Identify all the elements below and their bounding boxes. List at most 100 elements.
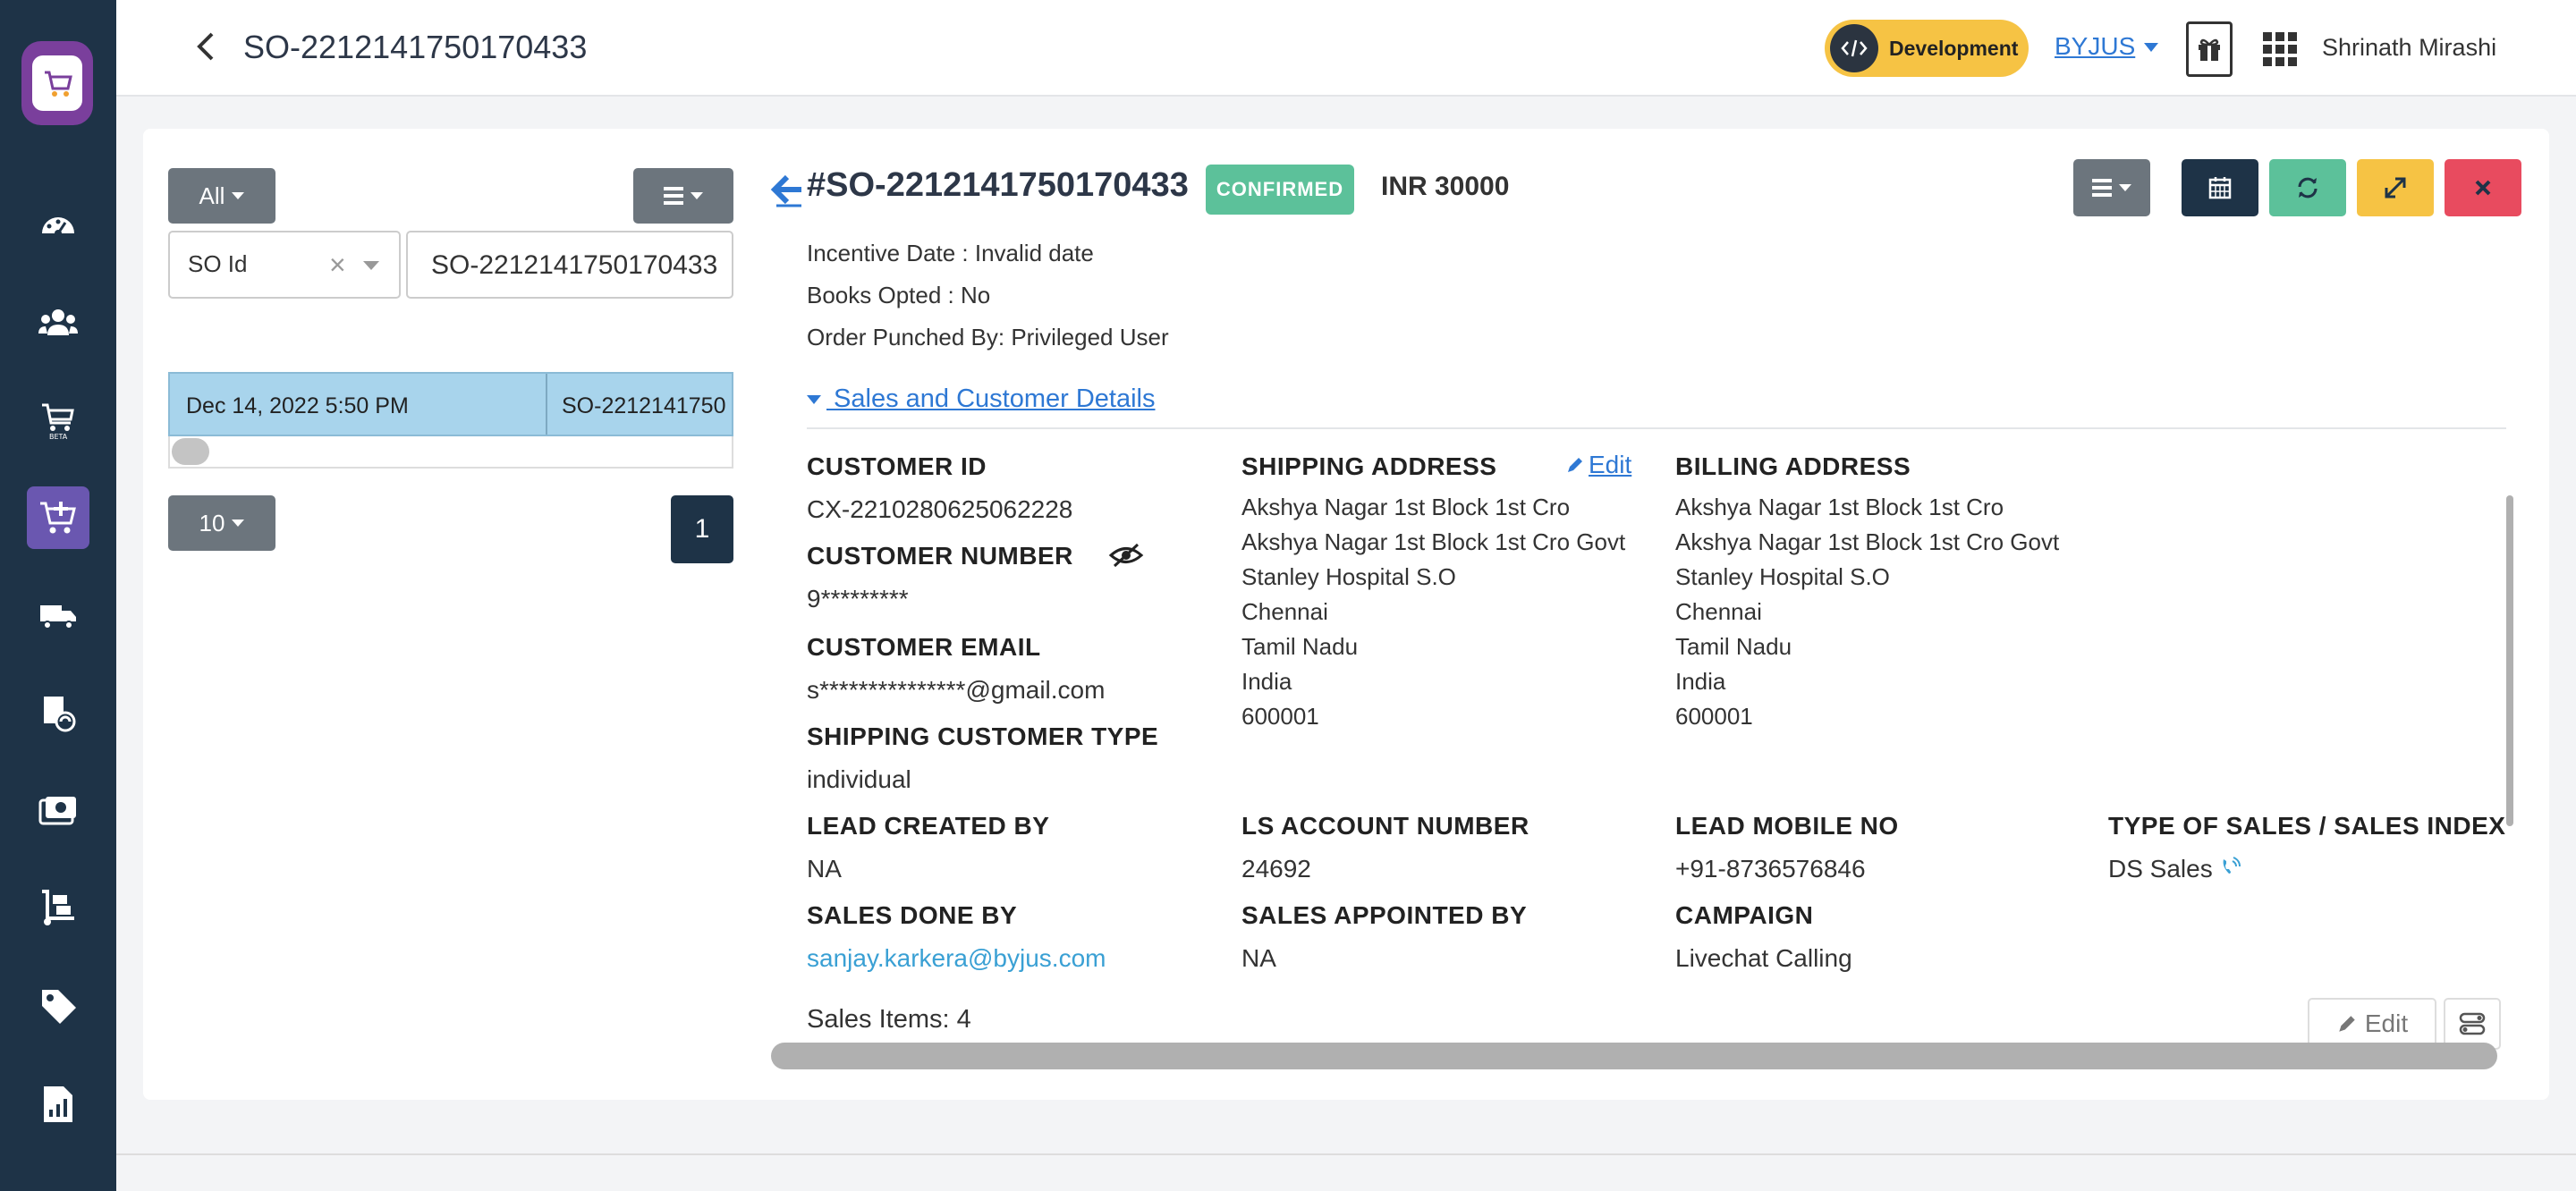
caret-down-icon[interactable] [363,261,379,270]
hamburger-icon [664,187,683,205]
nav-beta-sales[interactable]: BETA [27,388,89,451]
list-horizontal-scrollbar[interactable] [168,436,733,469]
caret-down-icon [807,395,821,405]
shipping-customer-type-value: individual [807,765,911,793]
edit-link-label: Edit [1589,451,1632,478]
section-divider [807,427,2506,429]
detail-horizontal-scrollbar[interactable] [771,1043,2497,1069]
expand-icon [2385,177,2406,198]
users-icon [38,309,78,335]
shipping-customer-type-label: SHIPPING CUSTOMER TYPE [807,722,1159,750]
nav-sales-orders[interactable] [27,486,89,549]
sidebar: BETA [0,0,116,1191]
search-field-value: SO Id [188,250,248,277]
detail-vertical-scrollbar[interactable] [2506,495,2513,826]
tag-icon [42,990,76,1024]
detail-back-button[interactable] [769,170,805,209]
environment-label: Development [1889,36,2019,60]
caret-down-icon [691,192,703,199]
type-of-sales-label: TYPE OF SALES / SALES INDEX [2108,812,2506,840]
caret-down-icon [232,192,245,199]
page-title: SO-2212141750170433 [243,29,588,65]
calendar-icon [2208,177,2232,199]
edit-shipping-address-link[interactable]: Edit [1565,451,1631,479]
page-size-label: 10 [199,509,225,536]
hamburger-icon [2092,179,2112,197]
report-icon [44,1086,72,1122]
sales-done-by-label: SALES DONE BY [807,901,1018,929]
billing-address-label: BILLING ADDRESS [1675,452,1911,480]
refresh-button[interactable] [2269,159,2346,216]
nav-tags[interactable] [27,975,89,1037]
search-input[interactable]: SO-2212141750170433 [406,231,733,299]
gift-button[interactable] [2186,21,2233,77]
filter-label: All [199,182,225,209]
order-number: #SO-2212141750170433 [807,166,1189,204]
status-badge: CONFIRMED [1206,165,1354,215]
top-header: SO-2212141750170433 Development BYJUS Sh… [116,0,2576,97]
billing-address: Akshya Nagar 1st Block 1st Cro Akshya Na… [1675,494,2060,730]
filter-dropdown[interactable]: All [168,168,275,224]
chevron-left-icon [197,32,214,61]
page-button-1[interactable]: 1 [671,495,733,563]
expand-button[interactable] [2357,159,2434,216]
sales-done-by-value[interactable]: sanjay.karkera@byjus.com [807,944,1106,973]
page-size-dropdown[interactable]: 10 [168,495,275,551]
clear-icon[interactable]: × [329,249,346,282]
customer-number-value: 9********* [807,585,909,612]
sales-appointed-by-value: NA [1241,944,1276,972]
main-card: All SO Id × SO-2212141750170433 Dec 14, … [143,129,2549,1100]
apps-grid-icon[interactable] [2263,32,2297,66]
eye-slash-icon[interactable] [1107,542,1145,569]
customer-id-label: CUSTOMER ID [807,452,987,480]
code-icon [1830,24,1878,72]
delivery-truck-icon [40,605,76,629]
edit-button-label: Edit [2364,1009,2409,1037]
nav-dashboard[interactable] [27,195,89,258]
campaign-value: Livechat Calling [1675,944,1852,972]
user-name[interactable]: Shrinath Mirashi [2322,34,2496,62]
gift-icon [2199,38,2220,61]
list-menu-button[interactable] [633,168,733,224]
actions-menu-button[interactable] [2073,159,2150,216]
back-button[interactable] [188,27,224,66]
lead-created-by-value: NA [807,855,842,883]
scrollbar-thumb[interactable] [172,438,209,465]
result-row[interactable]: Dec 14, 2022 5:50 PM SO-2212141750 [168,372,733,436]
refresh-icon [2298,177,2318,198]
customer-number-label: CUSTOMER NUMBER [807,542,1073,570]
org-switcher[interactable]: BYJUS [2055,32,2135,61]
caret-down-icon [2119,184,2131,191]
dashboard-icon [42,217,74,237]
nav-returns[interactable] [27,681,89,744]
beta-sales-icon: BETA [42,403,74,441]
dolly-icon [42,890,74,925]
sales-items-count: Sales Items: 4 [807,1005,971,1034]
cart-logo-icon [45,71,72,97]
toggle-icon [2459,1012,2486,1035]
svg-text:BETA: BETA [49,433,68,441]
order-punched-by: Order Punched By: Privileged User [807,324,1169,351]
app-logo[interactable] [21,41,93,125]
nav-inventory[interactable] [27,876,89,939]
result-so-id: SO-2212141750 [562,393,726,418]
arrow-left-icon [770,174,801,207]
customer-email-value: s***************@gmail.com [807,676,1106,704]
campaign-label: CAMPAIGN [1675,901,1814,929]
books-opted: Books Opted : No [807,282,991,308]
payment-icon [38,797,76,825]
sales-customer-details-toggle[interactable]: Sales and Customer Details [807,384,1156,414]
search-field-select[interactable]: SO Id × [168,231,401,299]
nav-payments[interactable] [27,780,89,842]
nav-reports[interactable] [27,1073,89,1136]
pencil-icon [1568,458,1582,472]
sales-appointed-by-label: SALES APPOINTED BY [1241,901,1528,929]
close-icon [2475,180,2491,196]
shipping-address: Akshya Nagar 1st Block 1st Cro Akshya Na… [1241,494,1626,730]
calendar-button[interactable] [2182,159,2258,216]
close-button[interactable] [2445,159,2521,216]
nav-users[interactable] [27,291,89,354]
chevron-down-icon [2144,43,2158,52]
nav-delivery[interactable] [27,583,89,646]
environment-badge[interactable]: Development [1825,20,2029,77]
